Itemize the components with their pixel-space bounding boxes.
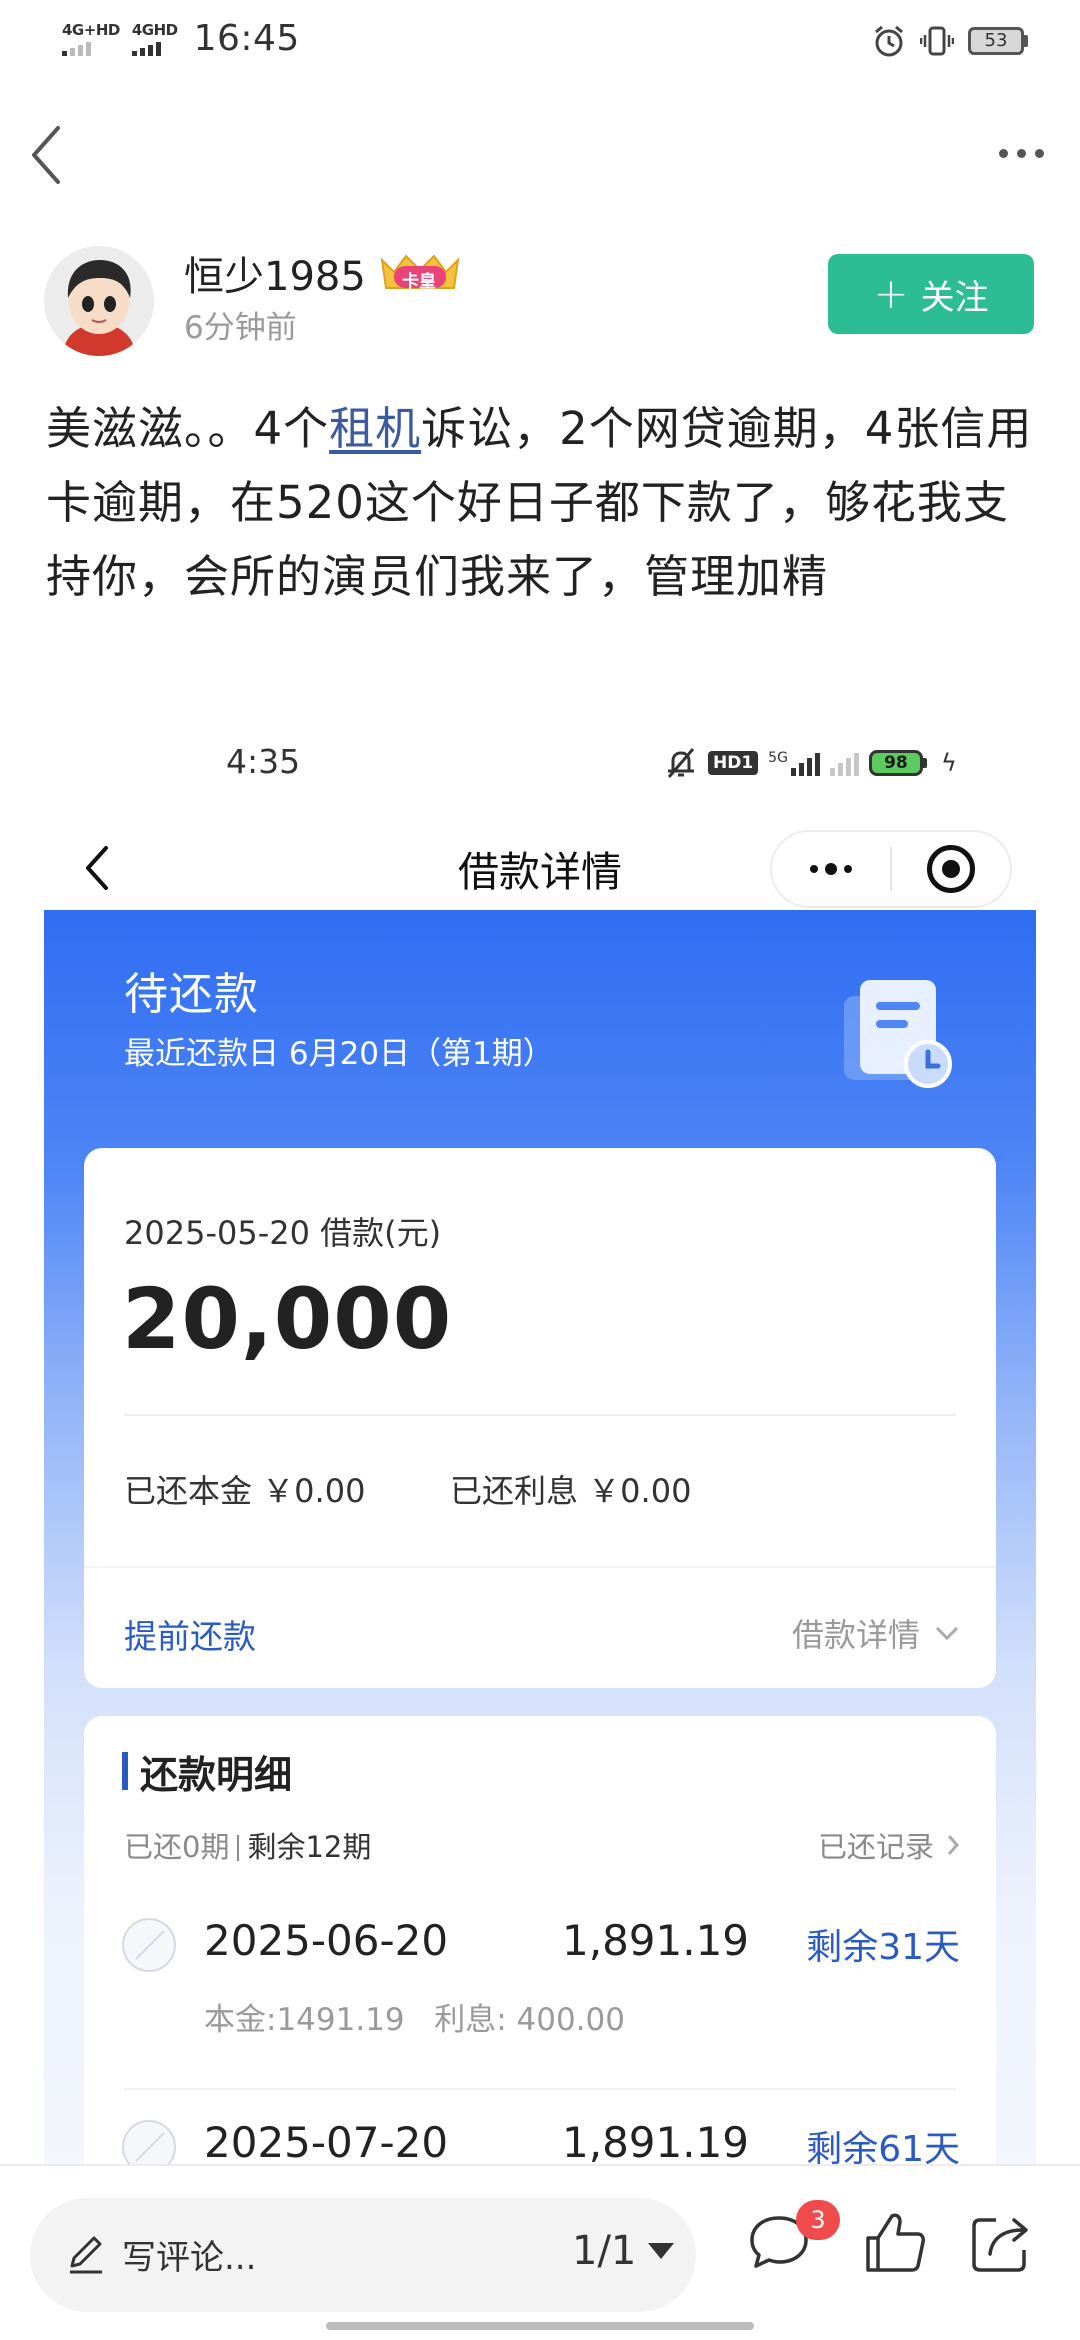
author-name[interactable]: 恒少1985: [184, 244, 366, 302]
follow-label: 关注: [920, 277, 989, 318]
alarm-icon: [875, 25, 903, 57]
embedded-clock: 4:35: [226, 742, 301, 781]
avatar[interactable]: [44, 246, 154, 356]
network-label: 4GHD: [131, 20, 178, 39]
status-left: 4G+HD 4GHD 16:45: [62, 18, 300, 59]
plan-title: 还款明细: [140, 1753, 293, 1797]
page-indicator-label: 1/1: [572, 2228, 637, 2274]
remaining-periods: 剩余12期: [247, 1830, 372, 1864]
share-icon[interactable]: [966, 2208, 1036, 2278]
installment-amount: 1,891.19: [562, 2118, 750, 2164]
loan-amount: 20,000: [122, 1270, 453, 1368]
loan-date-label: 2025-05-20 借款(元): [124, 1214, 442, 1252]
vip-crown-icon: 卡皇: [376, 250, 464, 294]
paid-records-link[interactable]: 已还记录: [818, 1824, 960, 1866]
signal-icon: [790, 750, 820, 776]
capsule-more-icon[interactable]: [772, 832, 890, 906]
installment-status-icon: [122, 1918, 176, 1972]
caret-down-icon: [648, 2243, 675, 2259]
installment-date: 2025-07-20: [204, 2118, 449, 2164]
divider: [124, 2088, 956, 2090]
status-right: 53: [872, 24, 1028, 58]
home-indicator: [326, 2322, 754, 2330]
loan-detail-label: 借款详情: [791, 1616, 920, 1654]
status-bar: 4G+HD 4GHD 16:45 53: [0, 0, 1080, 84]
embedded-network: 5G: [768, 750, 820, 776]
paid-periods: 已还0期: [124, 1830, 230, 1864]
loan-page: 待还款 最近还款日 6月20日（第1期） 2025-05-20 借款(元) 20…: [44, 910, 1036, 2164]
network-indicator-1: 4G+HD: [62, 22, 120, 56]
pending-title: 待还款: [124, 969, 259, 1020]
follow-button[interactable]: + 关注: [828, 254, 1034, 334]
installment-remaining-days: 剩余61天: [806, 2129, 960, 2164]
plus-icon: +: [873, 269, 909, 318]
badge-label: 卡皇: [402, 272, 436, 292]
battery-icon: 53: [968, 27, 1028, 55]
post-text-before: 美滋滋。。4个: [46, 402, 330, 455]
installment-breakdown: 本金:1491.19 利息: 400.00: [204, 2002, 625, 2038]
embedded-status-bar: 4:35 HD1 5G 98 ϟ: [44, 720, 1036, 810]
vibrate-icon: [920, 26, 954, 56]
post-time: 6分钟前: [184, 310, 297, 346]
pen-icon: [70, 2236, 102, 2274]
loan-card-actions: 提前还款 借款详情: [84, 1566, 996, 1688]
post-image[interactable]: 4:35 HD1 5G 98 ϟ 借款详情 待还款 最近还款日 6月20日（第1…: [44, 720, 1036, 2164]
network-label: 4G+HD: [62, 20, 120, 39]
chevron-right-icon: [947, 1835, 960, 1855]
post-topic-link[interactable]: 租机: [329, 402, 421, 455]
more-icon[interactable]: [986, 128, 1056, 178]
installment-status-icon: [122, 2120, 176, 2164]
miniapp-capsule: [770, 830, 1012, 908]
repaid-principal: 已还本金 ￥0.00: [124, 1472, 366, 1510]
clock: 16:45: [193, 18, 300, 59]
network-label: 5G: [768, 750, 788, 766]
installment-amount: 1,891.19: [562, 1916, 750, 1965]
installment-row[interactable]: 2025-07-20 1,891.19 剩余61天: [84, 2114, 996, 2164]
early-repay-button[interactable]: 提前还款: [124, 1610, 256, 1658]
like-icon[interactable]: [862, 2208, 928, 2278]
title-accent-bar: [122, 1752, 128, 1790]
plan-progress: 已还0期 剩余12期: [124, 1824, 371, 1866]
document-clock-icon: [844, 980, 952, 1088]
comment-count-badge: 3: [796, 2200, 840, 2240]
installment-date: 2025-06-20: [204, 1916, 449, 1965]
page-indicator[interactable]: 1/1: [572, 2228, 675, 2274]
capsule-close-icon[interactable]: [892, 832, 1010, 906]
next-due-date: 最近还款日 6月20日（第1期）: [124, 1036, 554, 1072]
bottom-action-bar: 写评论... 1/1 3: [0, 2164, 1080, 2340]
repayment-plan-card: 还款明细 已还0期 剩余12期 已还记录 2025-06-20 1,891.19 …: [84, 1716, 996, 2164]
post-content: 美滋滋。。4个租机诉讼，2个网贷逾期，4张信用卡逾期，在520这个好日子都下款了…: [46, 392, 1046, 614]
signal-icon: [62, 40, 91, 56]
embedded-status-icons: HD1 5G 98 ϟ: [664, 746, 957, 780]
comment-placeholder: 写评论...: [122, 2238, 257, 2278]
back-arrow-icon[interactable]: [24, 120, 72, 190]
charging-icon: ϟ: [940, 749, 957, 777]
loan-summary-card: 2025-05-20 借款(元) 20,000 已还本金 ￥0.00 已还利息 …: [84, 1148, 996, 1688]
signal-icon: [131, 40, 161, 56]
comment-input[interactable]: 写评论... 1/1: [30, 2198, 696, 2312]
embedded-battery-icon: 98: [868, 750, 927, 776]
signal-icon-secondary: [829, 750, 859, 776]
paid-records-label: 已还记录: [817, 1830, 934, 1864]
network-indicator-2: 4GHD: [131, 20, 178, 56]
battery-level: 53: [968, 27, 1024, 55]
repaid-interest: 已还利息 ￥0.00: [450, 1472, 692, 1510]
divider: [124, 1414, 956, 1416]
installment-remaining-days: 剩余31天: [806, 1927, 960, 1968]
embedded-battery-level: 98: [868, 750, 923, 776]
hd-label: HD1: [708, 751, 759, 775]
mute-bell-icon: [667, 748, 695, 778]
loan-detail-link[interactable]: 借款详情: [792, 1610, 960, 1656]
installment-row[interactable]: 2025-06-20 1,891.19 剩余31天 本金:1491.19 利息:…: [84, 1912, 996, 2090]
chevron-down-icon: [935, 1626, 959, 1641]
